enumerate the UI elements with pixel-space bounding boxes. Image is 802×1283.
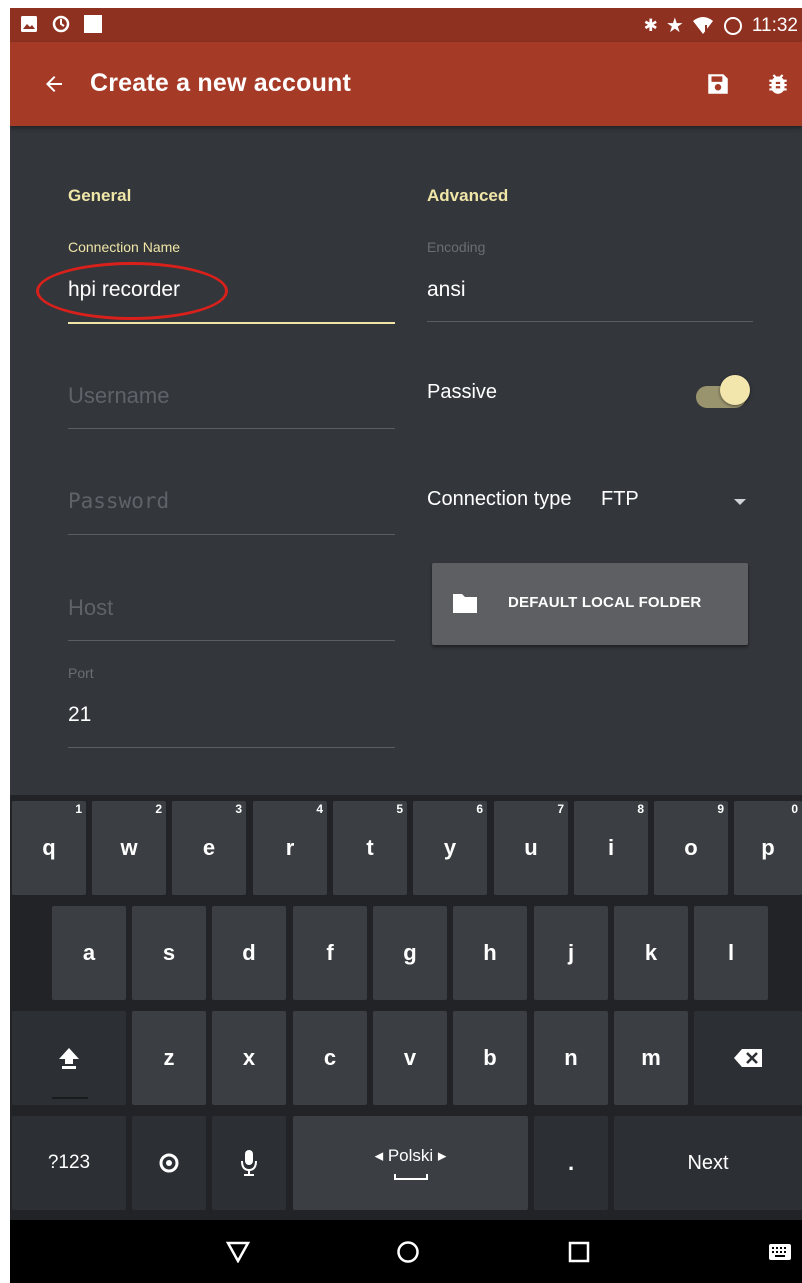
key-m[interactable]: m [614, 1011, 688, 1105]
key-a[interactable]: a [52, 906, 126, 1000]
settings-icon [159, 1153, 179, 1173]
back-button[interactable] [36, 66, 72, 102]
host-field[interactable]: Host [68, 595, 113, 621]
sync-icon [50, 13, 72, 35]
key-w[interactable]: 2w [92, 801, 166, 895]
username-field[interactable]: Username [68, 383, 169, 409]
status-time: 11:32 [751, 14, 798, 36]
key-b[interactable]: b [453, 1011, 527, 1105]
default-local-folder-button[interactable]: DEFAULT LOCAL FOLDER [432, 563, 748, 645]
symbols-key[interactable]: ?123 [12, 1116, 126, 1210]
port-underline [68, 747, 395, 748]
backspace-icon [734, 1049, 762, 1067]
bug-icon [769, 74, 787, 94]
bluetooth-icon: ✱ [643, 15, 658, 35]
settings-key[interactable] [132, 1116, 206, 1210]
encoding-label: Encoding [427, 239, 486, 255]
shift-key[interactable] [12, 1011, 126, 1105]
image-icon [18, 13, 40, 35]
save-button[interactable] [700, 66, 736, 102]
key-e[interactable]: 3e [172, 801, 246, 895]
square-icon [82, 13, 104, 35]
key-t[interactable]: 5t [333, 801, 407, 895]
default-local-folder-label: DEFAULT LOCAL FOLDER [508, 594, 702, 611]
navigation-bar [10, 1220, 802, 1283]
period-key[interactable]: . [534, 1116, 608, 1210]
circle-icon [722, 15, 744, 37]
microphone-icon [241, 1150, 257, 1176]
space-bar-indicator [393, 1174, 428, 1180]
port-label: Port [68, 665, 94, 681]
password-underline [68, 534, 395, 535]
key-s[interactable]: s [132, 906, 206, 1000]
connection-name-label: Connection Name [68, 239, 181, 255]
key-x[interactable]: x [212, 1011, 286, 1105]
square-recents-icon [568, 1241, 590, 1263]
key-u[interactable]: 7u [494, 801, 568, 895]
key-v[interactable]: v [373, 1011, 447, 1105]
triangle-back-icon [226, 1241, 250, 1263]
encoding-underline [427, 321, 753, 322]
app-bar: Create a new account [10, 42, 802, 126]
connection-name-field[interactable]: hpi recorder [68, 278, 180, 302]
encoding-field[interactable]: ansi [427, 278, 466, 302]
key-q[interactable]: 1q [12, 801, 86, 895]
key-r[interactable]: 4r [253, 801, 327, 895]
connection-type-select[interactable]: Connection type FTP [427, 484, 753, 520]
key-g[interactable]: g [373, 906, 447, 1000]
advanced-section-title: Advanced [427, 186, 509, 205]
dropdown-arrow-icon [734, 499, 746, 505]
keyboard-switch-button[interactable] [760, 1232, 800, 1272]
back-nav-button[interactable] [218, 1232, 258, 1272]
wifi-icon [692, 15, 714, 37]
key-y[interactable]: 6y [413, 801, 487, 895]
host-underline [68, 640, 395, 641]
page-title: Create a new account [90, 69, 352, 97]
key-l[interactable]: l [694, 906, 768, 1000]
voice-key[interactable] [212, 1116, 286, 1210]
passive-toggle-thumb[interactable] [720, 375, 750, 405]
passive-label: Passive [427, 381, 498, 403]
recents-nav-button[interactable] [559, 1232, 599, 1272]
backspace-key[interactable] [694, 1011, 802, 1105]
key-k[interactable]: k [614, 906, 688, 1000]
folder-icon [453, 594, 477, 613]
shift-indicator [52, 1097, 88, 1099]
keyboard: 1q 2w 3e 4r 5t 6y 7u 8i 9o 0p a s d f g … [10, 795, 802, 1220]
connection-name-underline [68, 322, 395, 324]
status-bar: ✱ ★ 11:32 [10, 8, 802, 42]
shift-icon [59, 1048, 79, 1069]
key-d[interactable]: d [212, 906, 286, 1000]
next-key[interactable]: Next [614, 1116, 802, 1210]
general-section-title: General [68, 186, 132, 205]
home-nav-button[interactable] [388, 1232, 428, 1272]
key-o[interactable]: 9o [654, 801, 728, 895]
connection-type-value: FTP [601, 488, 639, 510]
language-label: ◂ Polski ▸ [374, 1146, 447, 1165]
circle-home-icon [397, 1241, 419, 1263]
debug-button[interactable] [760, 66, 796, 102]
arrow-left-icon [46, 76, 62, 92]
key-c[interactable]: c [293, 1011, 367, 1105]
key-n[interactable]: n [534, 1011, 608, 1105]
key-i[interactable]: 8i [574, 801, 648, 895]
app-screen: ✱ ★ 11:32 Create a new account General C… [10, 8, 802, 1283]
save-icon [708, 74, 728, 94]
port-field[interactable]: 21 [68, 703, 91, 727]
username-underline [68, 428, 395, 429]
password-field[interactable]: Password [68, 489, 169, 513]
space-key[interactable]: ◂ Polski ▸ [293, 1116, 528, 1210]
star-icon: ★ [665, 15, 684, 37]
keyboard-icon [769, 1244, 791, 1260]
key-j[interactable]: j [534, 906, 608, 1000]
key-z[interactable]: z [132, 1011, 206, 1105]
key-p[interactable]: 0p [734, 801, 802, 895]
key-h[interactable]: h [453, 906, 527, 1000]
connection-type-label: Connection type [427, 488, 572, 510]
key-f[interactable]: f [293, 906, 367, 1000]
